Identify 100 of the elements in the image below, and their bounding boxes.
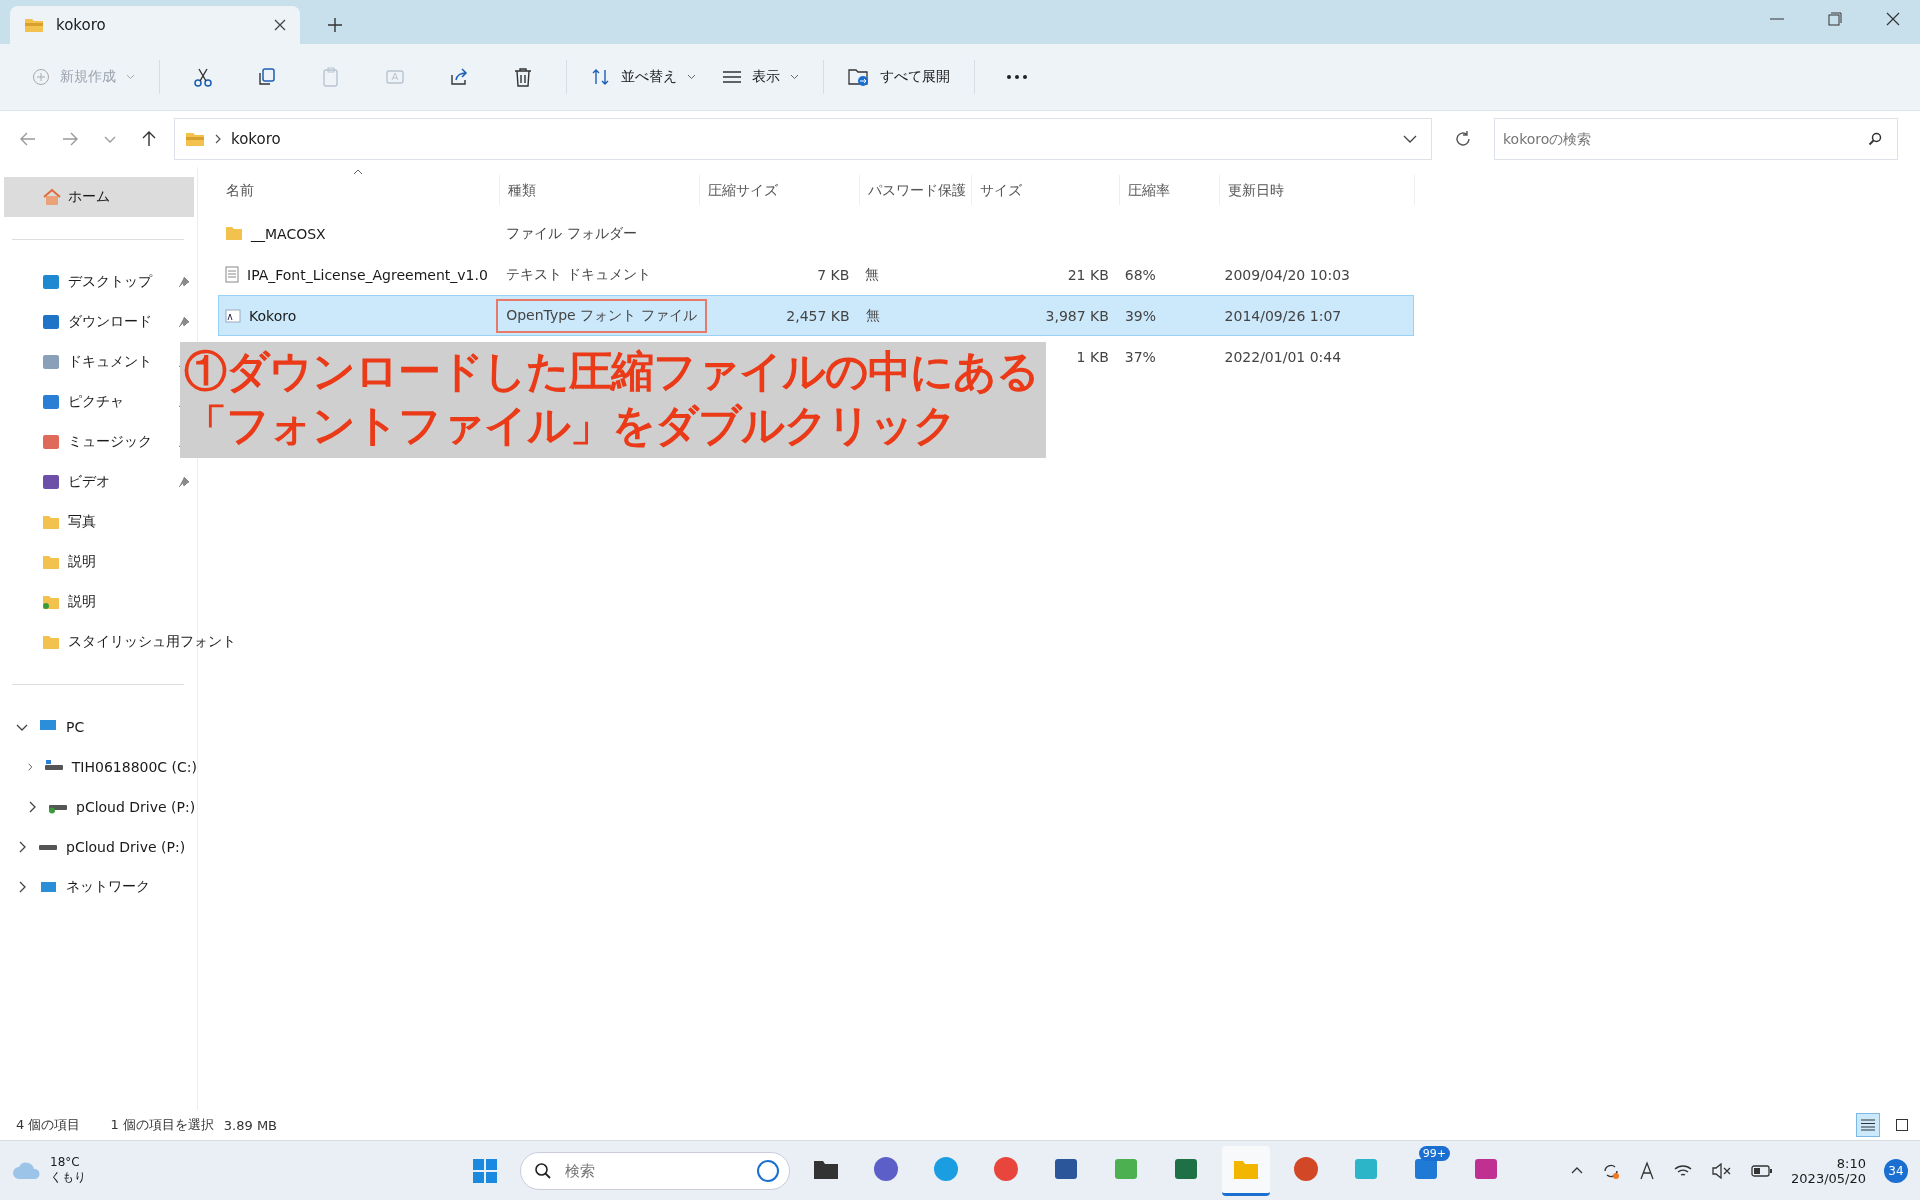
sidebar-label: 説明	[68, 553, 96, 571]
column-header[interactable]: 圧縮サイズ	[700, 175, 860, 205]
password-protected: 無	[865, 265, 880, 284]
close-tab-icon[interactable]	[274, 19, 286, 31]
copy-icon[interactable]	[256, 66, 278, 88]
sidebar-item[interactable]: ビデオ	[42, 467, 110, 497]
chevron-icon[interactable]	[26, 761, 34, 773]
sidebar-item[interactable]: スタイリッシュ用フォント	[42, 627, 236, 657]
sort-caret-icon	[353, 169, 363, 175]
taskbar-search-field[interactable]: 検索	[520, 1151, 790, 1190]
taskbar-app-button[interactable]	[1222, 1145, 1270, 1196]
document-icon	[42, 354, 60, 370]
sidebar-label: ビデオ	[68, 473, 110, 491]
restore-icon[interactable]	[1828, 12, 1842, 26]
pin-icon[interactable]	[178, 316, 190, 328]
compression-ratio: 68%	[1124, 266, 1156, 283]
search-field[interactable]: kokoroの検索	[1494, 118, 1898, 160]
details-view-button[interactable]	[1856, 1113, 1880, 1137]
view-button[interactable]: 表示	[712, 60, 809, 94]
sidebar-item[interactable]: 説明	[42, 547, 96, 577]
column-header[interactable]: 種類	[500, 175, 700, 205]
sidebar-item[interactable]: 説明	[42, 587, 96, 617]
tree-item[interactable]: TIH0618800C (C:)	[43, 752, 197, 782]
close-icon[interactable]	[1886, 12, 1900, 26]
details-view-icon	[1861, 1119, 1875, 1131]
file-name: IPA_Font_License_Agreement_v1.0	[247, 266, 488, 283]
file-name: Kokoro	[249, 307, 297, 324]
sidebar-item[interactable]: 写真	[42, 507, 96, 537]
file-size: 1 KB	[1076, 348, 1109, 365]
file-type: テキスト ドキュメント	[505, 264, 652, 284]
file-row[interactable]: __MACOSX ファイル フォルダー	[218, 213, 1414, 254]
share-icon[interactable]	[448, 66, 470, 88]
breadcrumb[interactable]: kokoro	[231, 130, 281, 148]
pin-icon[interactable]	[178, 476, 190, 488]
pin-icon[interactable]	[178, 276, 190, 288]
file-size: 21 KB	[1067, 266, 1109, 283]
column-header[interactable]: 名前	[218, 175, 500, 205]
battery-icon[interactable]	[1751, 1163, 1774, 1178]
notification-count[interactable]: 34	[1884, 1158, 1908, 1183]
sidebar-item[interactable]: デスクトップ	[42, 267, 152, 297]
new-tab-icon[interactable]	[328, 18, 342, 32]
folder-arrow-icon	[848, 67, 870, 87]
sidebar-item[interactable]: ダウンロード	[42, 307, 152, 337]
column-header[interactable]: 圧縮率	[1120, 175, 1220, 205]
tiles-view-icon	[1896, 1119, 1908, 1131]
modified-date: 2014/09/26 1:07	[1224, 307, 1342, 324]
dropdown-icon[interactable]	[1403, 135, 1417, 143]
sidebar-label: 説明	[68, 593, 96, 611]
tree-label: TIH0618800C (C:)	[71, 759, 197, 775]
file-row[interactable]: IPA_Font_License_Agreement_v1.0 テキスト ドキュメント 7 KB 無 21 KB 68% 2009/04/20 10:03	[218, 254, 1414, 295]
folder-icon	[42, 514, 60, 530]
tree-item[interactable]: pCloud Drive (P:)	[48, 792, 196, 822]
sidebar-item[interactable]: ピクチャ	[42, 387, 124, 417]
tree-label: ネットワーク	[66, 878, 150, 896]
extract-all-button[interactable]: すべて展開	[838, 59, 960, 95]
taskbar-app-button[interactable]: 99+	[1402, 1145, 1450, 1196]
up-icon[interactable]	[142, 131, 156, 147]
tree-item[interactable]: ネットワーク	[38, 872, 150, 902]
search-icon[interactable]	[1868, 132, 1882, 146]
back-icon[interactable]	[20, 132, 36, 146]
sort-button[interactable]: 並べ替え	[581, 60, 706, 94]
download-icon	[42, 314, 60, 330]
modified-date: 2009/04/20 10:03	[1224, 266, 1350, 283]
more-options-icon[interactable]	[1007, 75, 1027, 79]
app-icon	[872, 1155, 900, 1183]
tree-item[interactable]: pCloud Drive (P:)	[38, 832, 186, 862]
compressed-size: 2,457 KB	[786, 307, 850, 324]
clock-date: 2023/05/20	[1791, 1170, 1866, 1186]
selection-size: 3.89 MB	[223, 1117, 278, 1133]
sidebar-label: ミュージック	[68, 433, 152, 451]
start-icon[interactable]	[472, 1157, 498, 1184]
column-header[interactable]: パスワード保護	[860, 175, 972, 205]
sidebar-item[interactable]: ホーム	[4, 177, 194, 217]
sidebar-item[interactable]: ミュージック	[42, 427, 152, 457]
picture-icon	[42, 394, 60, 410]
show-hidden-icons-icon[interactable]	[1571, 1167, 1584, 1174]
video-icon	[42, 474, 60, 490]
tab-title: kokoro	[56, 16, 107, 34]
recent-locations-icon[interactable]	[104, 135, 116, 143]
column-header[interactable]: サイズ	[972, 175, 1120, 205]
caret-icon	[687, 74, 696, 80]
address-bar[interactable]: kokoro	[174, 118, 1432, 160]
breadcrumb-chevron-icon	[215, 134, 221, 144]
input-method-icon[interactable]	[1639, 1160, 1656, 1181]
search-icon[interactable]	[534, 1161, 552, 1180]
sidebar-item[interactable]: ドキュメント	[42, 347, 152, 377]
refresh-icon[interactable]	[1454, 130, 1472, 148]
cut-icon[interactable]	[192, 66, 214, 88]
folder-icon	[24, 17, 44, 33]
annotation-text: 「フォントファイル」をダブルクリック	[184, 400, 957, 451]
forward-icon[interactable]	[62, 132, 78, 146]
caret-icon	[790, 74, 799, 80]
weather-condition: くもり	[50, 1169, 86, 1186]
window-tab[interactable]: kokoro	[10, 6, 300, 44]
file-name: __MACOSX	[251, 225, 326, 242]
column-header[interactable]: 更新日時	[1220, 175, 1415, 205]
wifi-icon[interactable]	[1673, 1162, 1694, 1179]
tree-item[interactable]: PC	[38, 712, 85, 742]
file-row[interactable]: Kokoro OpenType フォント ファイル 2,457 KB 無 3,987 KB 39% 2014/09/26 1:07	[218, 295, 1414, 336]
trash-icon[interactable]	[512, 66, 534, 88]
